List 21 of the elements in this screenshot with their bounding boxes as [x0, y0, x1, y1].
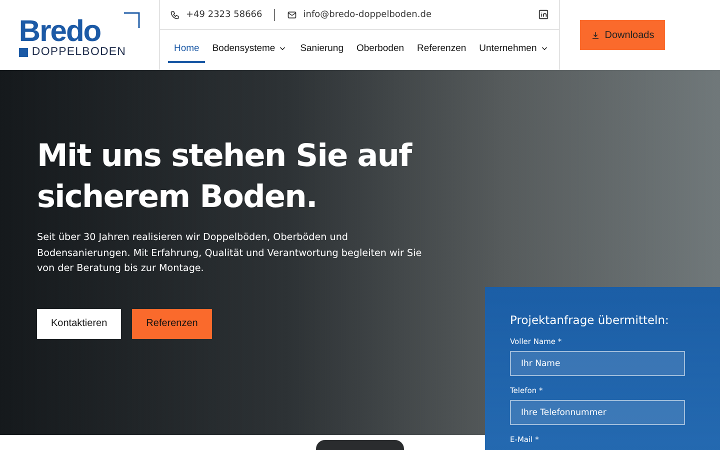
downloads-button[interactable]: Downloads: [580, 20, 665, 50]
nav-link[interactable]: Bodensysteme: [206, 37, 294, 63]
input-field[interactable]: Ihre Telefonnummer: [510, 400, 685, 425]
linkedin-icon: [538, 9, 549, 20]
hero-text: Seit über 30 Jahren realisieren wir Doppelböden, Oberböden und Bodensanierungen. Mit Erfahrung, Qualität und Verantwortung begleiten wir Sie von der Beratung bis zur Montage.: [37, 231, 423, 276]
nav-link[interactable]: Sanierung: [294, 37, 350, 63]
hero-title: Mit uns stehen Sie auf sicherem Boden.: [37, 137, 414, 217]
mail-icon: [287, 10, 298, 20]
hero-button[interactable]: Referenzen: [132, 308, 212, 338]
phone-number[interactable]: +49 2323 58666: [186, 10, 262, 20]
download-icon: [590, 30, 600, 40]
nav-link[interactable]: Unternehmen: [473, 37, 555, 63]
hero-button[interactable]: Kontaktieren: [37, 308, 122, 338]
input-field[interactable]: Ihr Name: [510, 351, 685, 376]
nav-link[interactable]: Referenzen: [411, 37, 472, 63]
form-title: Projektanfrage übermitteln:: [510, 313, 670, 327]
nav-link[interactable]: Oberboden: [350, 37, 410, 63]
email-link[interactable]: info@bredo-doppelboden.de: [303, 10, 432, 20]
phone-icon: [170, 10, 180, 20]
nav-link[interactable]: Home: [168, 37, 206, 63]
company-logo[interactable]: Bredo DOPPELBODEN: [18, 12, 140, 58]
